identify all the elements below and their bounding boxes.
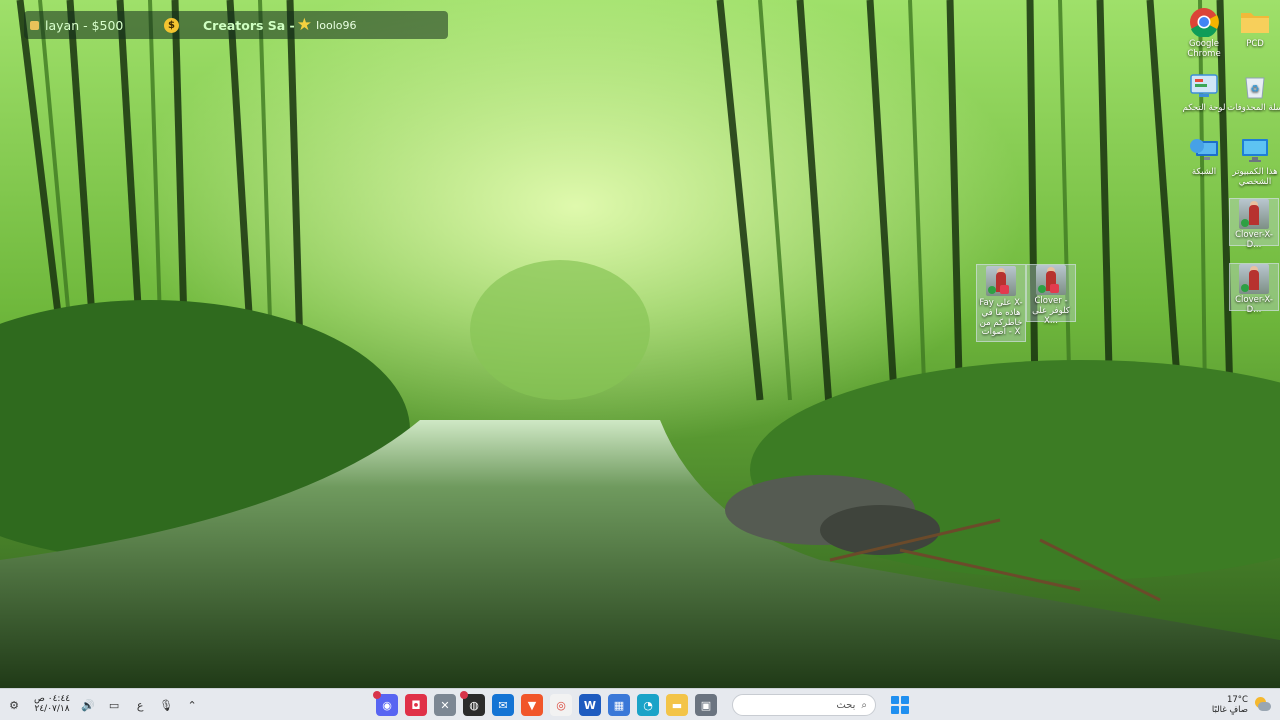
chrome-icon (1188, 6, 1220, 38)
taskbar-apps: ◉ ◘ ✕ ◍ ✉ ▼ ◎ W ▦ ◔ ▬ ▣ بحث ⌕ (373, 689, 909, 720)
video-thumbnail-icon (1238, 199, 1270, 229)
clock-date: ٢٤/٠٧/١٨ (34, 704, 70, 714)
weather-desc: صافٍ غالبًا (1211, 705, 1248, 715)
video-thumbnail-icon (1238, 264, 1270, 294)
desktop-icon-pcd[interactable]: PCD (1227, 6, 1280, 50)
search-placeholder: بحث (836, 699, 856, 711)
weather-text: 17°C صافٍ غالبًا (1212, 695, 1248, 715)
desktop-icon-label: PCD (1246, 39, 1264, 49)
desktop-icon-label: سلة المحذوفات (1227, 103, 1280, 113)
word-icon[interactable]: W (579, 694, 601, 716)
taskbar: ⚙ ٠٤:٤٤ ص ٢٤/٠٧/١٨ 🔊 ▭ ع 🎙 ⌃ ◉ ◘ ✕ ◍ ✉ ▼ ◎ W ▦ ◔ ▬… (0, 688, 1280, 720)
microphone-icon[interactable]: 🎙 (158, 697, 174, 713)
desktop-icon-this-pc[interactable]: هذا الكمبيوتر الشخصي (1227, 134, 1280, 188)
input-language[interactable]: ع (132, 697, 148, 713)
user-balance-label: layan - $500 (45, 17, 124, 33)
svg-text:♻: ♻ (1251, 84, 1260, 95)
clock[interactable]: ٠٤:٤٤ ص ٢٤/٠٧/١٨ (34, 694, 70, 715)
video-thumbnail-icon (1035, 265, 1067, 295)
desktop-icon-network[interactable]: الشبكة (1176, 134, 1232, 178)
discord-icon[interactable]: ◉ (373, 691, 398, 716)
desktop-icon-clover-3[interactable]: Clover - كلوفر على X... (1026, 264, 1076, 325)
store-icon[interactable]: ▦ (608, 694, 630, 716)
desktop-icon-label: Google Chrome (1187, 39, 1221, 59)
control-panel-icon (1188, 70, 1220, 102)
search-icon: ⌕ (861, 699, 867, 711)
desktop-icon-label: هذا الكمبيوتر الشخصي (1232, 167, 1278, 187)
chevron-up-icon[interactable]: ⌃ (184, 697, 200, 713)
desktop-icon-label: الشبكة (1191, 167, 1217, 177)
creators-label: Creators Sa - (203, 17, 295, 33)
desktop-icon-label: Clover - كلوفر على X... (1032, 296, 1070, 326)
partly-sunny-icon (1254, 696, 1272, 714)
desktop-icon-label: Clover-X-D... (1235, 295, 1273, 315)
creator-handle: Ioolo96 (316, 18, 357, 32)
network-status-icon[interactable]: ▭ (106, 697, 122, 713)
desktop-icon-label: Fay على X- هاذه ما في خاطركم من اصوات - … (979, 298, 1023, 338)
app-red-icon[interactable]: ◘ (405, 694, 427, 716)
edge-icon[interactable]: ◔ (637, 694, 659, 716)
coin-icon: $ (164, 17, 179, 33)
desktop-wallpaper (0, 0, 1280, 688)
system-tray: ⚙ ٠٤:٤٤ ص ٢٤/٠٧/١٨ 🔊 ▭ ع 🎙 ⌃ (6, 689, 200, 720)
desktop-icon-clover-1[interactable]: Clover-X-D... (1229, 198, 1279, 250)
gear-icon[interactable]: ⚙ (6, 697, 22, 713)
desktop-icon-label: Clover-X-D... (1235, 230, 1273, 250)
stream-overlay-bar: layan - $500 $ Creators Sa - ★ Ioolo96 (24, 11, 448, 39)
mail-icon[interactable]: ✉ (492, 694, 514, 716)
obs-icon[interactable]: ◍ (460, 691, 485, 716)
video-thumbnail-icon (985, 265, 1017, 297)
taskbar-search-box[interactable]: بحث ⌕ (732, 694, 876, 716)
chrome-icon[interactable]: ◎ (550, 694, 572, 716)
desktop-icon-clover-2[interactable]: Clover-X-D... (1229, 263, 1279, 315)
desktop-icon-fay[interactable]: Fay على X- هاذه ما في خاطركم من اصوات - … (976, 264, 1026, 342)
window-app-icon[interactable]: ▣ (695, 694, 717, 716)
recycle-bin-icon: ♻ (1239, 70, 1271, 102)
network-icon (1188, 134, 1220, 166)
brave-icon[interactable]: ▼ (521, 694, 543, 716)
folder-icon (1239, 6, 1271, 38)
notification-badge (373, 691, 381, 699)
desktop-icon-recycle-bin[interactable]: ♻ سلة المحذوفات (1227, 70, 1280, 114)
desktop-icon-control-panel[interactable]: لوحة التحكم (1176, 70, 1232, 114)
tag-icon (30, 20, 39, 30)
file-explorer-icon[interactable]: ▬ (666, 694, 688, 716)
start-button-windows-icon[interactable] (891, 696, 909, 714)
capture-icon[interactable]: ✕ (434, 694, 456, 716)
star-icon: ★ (296, 14, 312, 35)
user-balance: layan - $500 (24, 18, 154, 33)
desktop-icon-label: لوحة التحكم (1182, 103, 1226, 113)
desktop-icon-chrome[interactable]: Google Chrome (1176, 6, 1232, 60)
weather-temp: 17°C (1226, 694, 1248, 705)
weather-widget[interactable]: 17°C صافٍ غالبًا (1212, 689, 1272, 720)
notification-badge (460, 691, 468, 699)
monitor-icon (1239, 134, 1271, 166)
speaker-icon[interactable]: 🔊 (80, 697, 96, 713)
